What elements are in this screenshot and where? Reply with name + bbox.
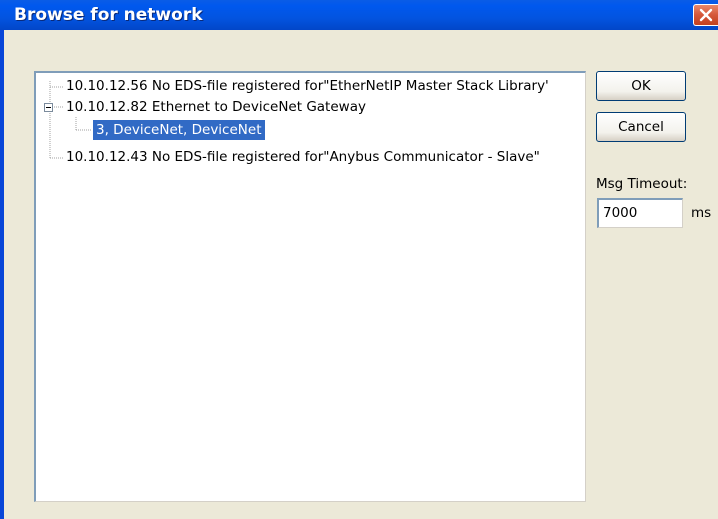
browse-network-dialog: Browse for network 10.10.12.56 No EDS-fi… (0, 0, 718, 519)
title-bar[interactable]: Browse for network (0, 0, 718, 30)
close-button[interactable] (693, 4, 718, 26)
window-title: Browse for network (14, 5, 203, 25)
network-tree[interactable]: 10.10.12.56 No EDS-file registered for"E… (34, 71, 586, 502)
timeout-unit-label: ms (691, 205, 712, 221)
cancel-button[interactable]: Cancel (596, 112, 686, 142)
msg-timeout-label: Msg Timeout: (596, 176, 688, 192)
msg-timeout-input[interactable]: 7000 (597, 198, 683, 228)
tree-item-device-82[interactable]: 10.10.12.82 Ethernet to DeviceNet Gatewa… (66, 97, 366, 117)
minus-icon (46, 107, 51, 108)
ok-button[interactable]: OK (596, 71, 686, 101)
collapse-toggle-icon[interactable] (44, 103, 53, 112)
window-border (0, 30, 4, 519)
tree-item-device-56[interactable]: 10.10.12.56 No EDS-file registered for"E… (66, 76, 549, 96)
tree-item-device-43[interactable]: 10.10.12.43 No EDS-file registered for"A… (66, 147, 540, 167)
tree-item-devicenet-selected[interactable]: 3, DeviceNet, DeviceNet (93, 120, 265, 140)
close-icon (699, 8, 713, 22)
